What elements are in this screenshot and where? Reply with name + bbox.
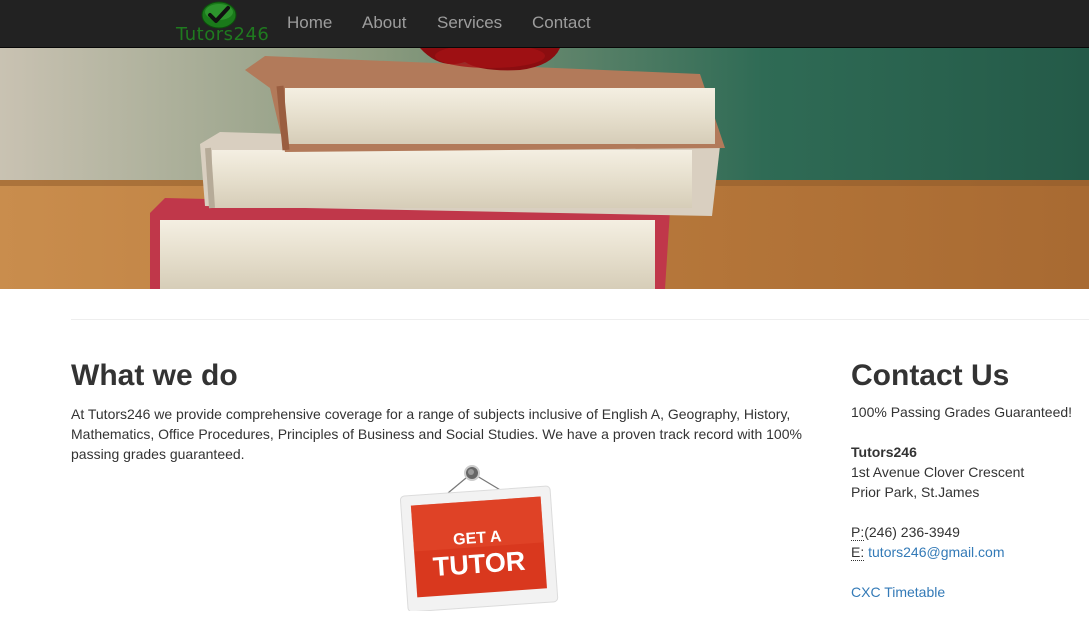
contact-address-line-2: Prior Park, St.James <box>851 484 980 500</box>
contact-phone: P:(246) 236-3949 <box>851 524 960 541</box>
nav-contact[interactable]: Contact <box>532 13 591 33</box>
section-divider <box>71 319 1089 320</box>
brand-logo[interactable]: Tutors246 <box>176 0 270 48</box>
contact-business-name: Tutors246 <box>851 444 917 460</box>
email-label: E: <box>851 544 865 561</box>
nav-home[interactable]: Home <box>287 13 332 33</box>
what-we-do-text: At Tutors246 we provide comprehensive co… <box>71 406 802 462</box>
nav-services[interactable]: Services <box>437 13 502 33</box>
contact-email: E: tutors246@gmail.com <box>851 544 1005 561</box>
get-a-tutor-sign[interactable]: GET A TUTOR <box>398 463 560 613</box>
brand-name: Tutors246 <box>176 24 270 45</box>
cxc-timetable-row: CXC Timetable <box>851 584 945 600</box>
contact-tagline: 100% Passing Grades Guaranteed! <box>851 404 1073 420</box>
phone-label: P: <box>851 524 865 541</box>
email-link[interactable]: tutors246@gmail.com <box>868 544 1004 560</box>
nav-about[interactable]: About <box>362 13 406 33</box>
hero-banner-image <box>0 48 1089 289</box>
sign-line-1: GET A <box>453 528 503 548</box>
cxc-timetable-link[interactable]: CXC Timetable <box>851 584 945 600</box>
top-navbar: Tutors246 Home About Services Contact <box>0 0 1089 48</box>
contact-address-line-1: 1st Avenue Clover Crescent <box>851 464 1025 480</box>
phone-number: (246) 236-3949 <box>864 524 960 540</box>
what-we-do-heading: What we do <box>71 359 238 392</box>
contact-us-heading: Contact Us <box>851 359 1010 392</box>
